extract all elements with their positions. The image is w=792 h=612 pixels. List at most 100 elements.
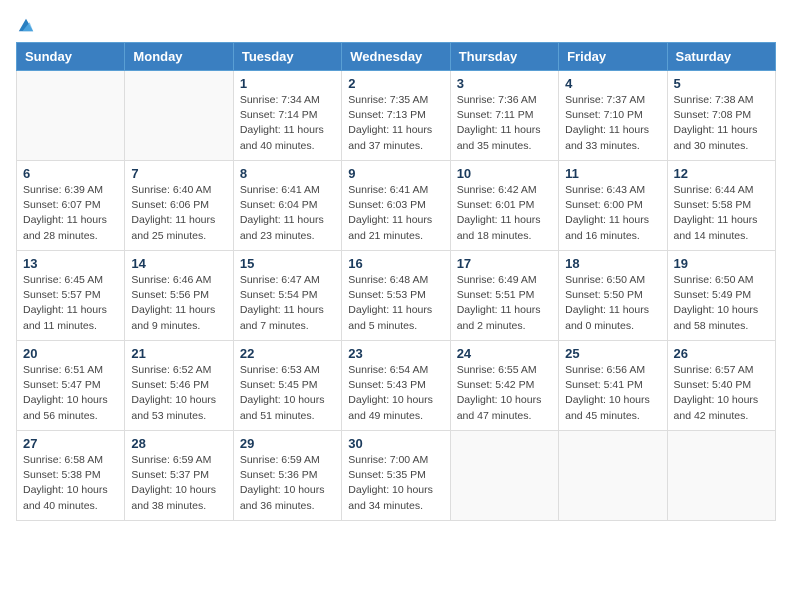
day-number: 16	[348, 256, 443, 271]
calendar-cell: 11 Sunrise: 6:43 AM Sunset: 6:00 PM Dayli…	[559, 161, 667, 251]
calendar-header-saturday: Saturday	[667, 43, 775, 71]
day-number: 1	[240, 76, 335, 91]
day-number: 9	[348, 166, 443, 181]
calendar-cell: 10Sunrise: 6:42 AM Sunset: 6:01 PM Dayli…	[450, 161, 558, 251]
day-number: 28	[131, 436, 226, 451]
day-info: Sunrise: 6:54 AM Sunset: 5:43 PM Dayligh…	[348, 363, 443, 424]
calendar-cell: 18Sunrise: 6:50 AM Sunset: 5:50 PM Dayli…	[559, 251, 667, 341]
calendar-cell: 13 Sunrise: 6:45 AM Sunset: 5:57 PM Dayli…	[17, 251, 125, 341]
day-info: Sunrise: 6:43 AM Sunset: 6:00 PM Dayligh…	[565, 183, 660, 244]
day-info: Sunrise: 6:46 AM Sunset: 5:56 PM Dayligh…	[131, 273, 226, 334]
day-info: Sunrise: 6:51 AM Sunset: 5:47 PM Dayligh…	[23, 363, 118, 424]
calendar-cell: 3 Sunrise: 7:36 AM Sunset: 7:11 PM Daylig…	[450, 71, 558, 161]
day-number: 25	[565, 346, 660, 361]
calendar-header-sunday: Sunday	[17, 43, 125, 71]
day-info: Sunrise: 6:50 AM Sunset: 5:49 PM Dayligh…	[674, 273, 769, 334]
day-info: Sunrise: 6:47 AM Sunset: 5:54 PM Dayligh…	[240, 273, 335, 334]
day-number: 4	[565, 76, 660, 91]
day-number: 3	[457, 76, 552, 91]
day-number: 21	[131, 346, 226, 361]
calendar-cell: 19 Sunrise: 6:50 AM Sunset: 5:49 PM Dayli…	[667, 251, 775, 341]
calendar-cell	[125, 71, 233, 161]
day-info: Sunrise: 6:56 AM Sunset: 5:41 PM Dayligh…	[565, 363, 660, 424]
calendar-week-row: 6 Sunrise: 6:39 AM Sunset: 6:07 PM Daylig…	[17, 161, 776, 251]
day-info: Sunrise: 6:55 AM Sunset: 5:42 PM Dayligh…	[457, 363, 552, 424]
calendar-cell	[667, 431, 775, 521]
day-info: Sunrise: 7:35 AM Sunset: 7:13 PM Dayligh…	[348, 93, 443, 154]
day-info: Sunrise: 6:50 AM Sunset: 5:50 PM Dayligh…	[565, 273, 660, 334]
calendar-cell: 23Sunrise: 6:54 AM Sunset: 5:43 PM Dayli…	[342, 341, 450, 431]
calendar-cell: 5 Sunrise: 7:38 AM Sunset: 7:08 PM Daylig…	[667, 71, 775, 161]
calendar-header-friday: Friday	[559, 43, 667, 71]
calendar-cell: 4 Sunrise: 7:37 AM Sunset: 7:10 PM Daylig…	[559, 71, 667, 161]
calendar-header-thursday: Thursday	[450, 43, 558, 71]
day-info: Sunrise: 6:53 AM Sunset: 5:45 PM Dayligh…	[240, 363, 335, 424]
day-number: 12	[674, 166, 769, 181]
day-number: 7	[131, 166, 226, 181]
calendar-header-monday: Monday	[125, 43, 233, 71]
day-number: 15	[240, 256, 335, 271]
calendar-cell: 28 Sunrise: 6:59 AM Sunset: 5:37 PM Dayli…	[125, 431, 233, 521]
day-number: 30	[348, 436, 443, 451]
day-info: Sunrise: 6:57 AM Sunset: 5:40 PM Dayligh…	[674, 363, 769, 424]
logo-icon	[17, 16, 35, 34]
day-info: Sunrise: 6:42 AM Sunset: 6:01 PM Dayligh…	[457, 183, 552, 244]
day-info: Sunrise: 6:41 AM Sunset: 6:03 PM Dayligh…	[348, 183, 443, 244]
calendar-cell: 9 Sunrise: 6:41 AM Sunset: 6:03 PM Daylig…	[342, 161, 450, 251]
calendar-cell: 22 Sunrise: 6:53 AM Sunset: 5:45 PM Dayli…	[233, 341, 341, 431]
page-header	[16, 16, 776, 30]
day-number: 19	[674, 256, 769, 271]
day-number: 11	[565, 166, 660, 181]
day-info: Sunrise: 6:59 AM Sunset: 5:37 PM Dayligh…	[131, 453, 226, 514]
calendar-cell: 24 Sunrise: 6:55 AM Sunset: 5:42 PM Dayli…	[450, 341, 558, 431]
calendar-cell: 16Sunrise: 6:48 AM Sunset: 5:53 PM Dayli…	[342, 251, 450, 341]
day-info: Sunrise: 6:39 AM Sunset: 6:07 PM Dayligh…	[23, 183, 118, 244]
day-number: 14	[131, 256, 226, 271]
calendar-cell	[559, 431, 667, 521]
calendar-cell: 17 Sunrise: 6:49 AM Sunset: 5:51 PM Dayli…	[450, 251, 558, 341]
calendar-cell	[17, 71, 125, 161]
calendar-cell: 26Sunrise: 6:57 AM Sunset: 5:40 PM Dayli…	[667, 341, 775, 431]
calendar-cell: 14 Sunrise: 6:46 AM Sunset: 5:56 PM Dayli…	[125, 251, 233, 341]
day-number: 6	[23, 166, 118, 181]
day-number: 5	[674, 76, 769, 91]
calendar-cell: 2 Sunrise: 7:35 AM Sunset: 7:13 PM Daylig…	[342, 71, 450, 161]
calendar-cell: 29 Sunrise: 6:59 AM Sunset: 5:36 PM Dayli…	[233, 431, 341, 521]
day-info: Sunrise: 7:38 AM Sunset: 7:08 PM Dayligh…	[674, 93, 769, 154]
calendar-header-row: SundayMondayTuesdayWednesdayThursdayFrid…	[17, 43, 776, 71]
day-info: Sunrise: 6:59 AM Sunset: 5:36 PM Dayligh…	[240, 453, 335, 514]
day-number: 29	[240, 436, 335, 451]
day-number: 22	[240, 346, 335, 361]
calendar-week-row: 27 Sunrise: 6:58 AM Sunset: 5:38 PM Dayli…	[17, 431, 776, 521]
day-number: 20	[23, 346, 118, 361]
calendar-week-row: 1Sunrise: 7:34 AM Sunset: 7:14 PM Daylig…	[17, 71, 776, 161]
calendar-header-tuesday: Tuesday	[233, 43, 341, 71]
calendar-week-row: 20 Sunrise: 6:51 AM Sunset: 5:47 PM Dayli…	[17, 341, 776, 431]
calendar-cell: 30 Sunrise: 7:00 AM Sunset: 5:35 PM Dayli…	[342, 431, 450, 521]
day-number: 24	[457, 346, 552, 361]
day-info: Sunrise: 6:58 AM Sunset: 5:38 PM Dayligh…	[23, 453, 118, 514]
day-info: Sunrise: 7:36 AM Sunset: 7:11 PM Dayligh…	[457, 93, 552, 154]
day-info: Sunrise: 6:44 AM Sunset: 5:58 PM Dayligh…	[674, 183, 769, 244]
calendar-header-wednesday: Wednesday	[342, 43, 450, 71]
day-info: Sunrise: 6:49 AM Sunset: 5:51 PM Dayligh…	[457, 273, 552, 334]
day-number: 13	[23, 256, 118, 271]
day-info: Sunrise: 6:41 AM Sunset: 6:04 PM Dayligh…	[240, 183, 335, 244]
calendar-cell: 12 Sunrise: 6:44 AM Sunset: 5:58 PM Dayli…	[667, 161, 775, 251]
calendar-cell: 8 Sunrise: 6:41 AM Sunset: 6:04 PM Daylig…	[233, 161, 341, 251]
day-info: Sunrise: 6:52 AM Sunset: 5:46 PM Dayligh…	[131, 363, 226, 424]
day-info: Sunrise: 6:45 AM Sunset: 5:57 PM Dayligh…	[23, 273, 118, 334]
day-number: 27	[23, 436, 118, 451]
calendar-cell: 27 Sunrise: 6:58 AM Sunset: 5:38 PM Dayli…	[17, 431, 125, 521]
day-info: Sunrise: 7:37 AM Sunset: 7:10 PM Dayligh…	[565, 93, 660, 154]
calendar-table: SundayMondayTuesdayWednesdayThursdayFrid…	[16, 42, 776, 521]
day-number: 8	[240, 166, 335, 181]
logo	[16, 16, 35, 30]
day-number: 2	[348, 76, 443, 91]
day-number: 17	[457, 256, 552, 271]
calendar-cell: 25 Sunrise: 6:56 AM Sunset: 5:41 PM Dayli…	[559, 341, 667, 431]
calendar-cell	[450, 431, 558, 521]
day-info: Sunrise: 6:40 AM Sunset: 6:06 PM Dayligh…	[131, 183, 226, 244]
calendar-cell: 1Sunrise: 7:34 AM Sunset: 7:14 PM Daylig…	[233, 71, 341, 161]
day-info: Sunrise: 7:00 AM Sunset: 5:35 PM Dayligh…	[348, 453, 443, 514]
